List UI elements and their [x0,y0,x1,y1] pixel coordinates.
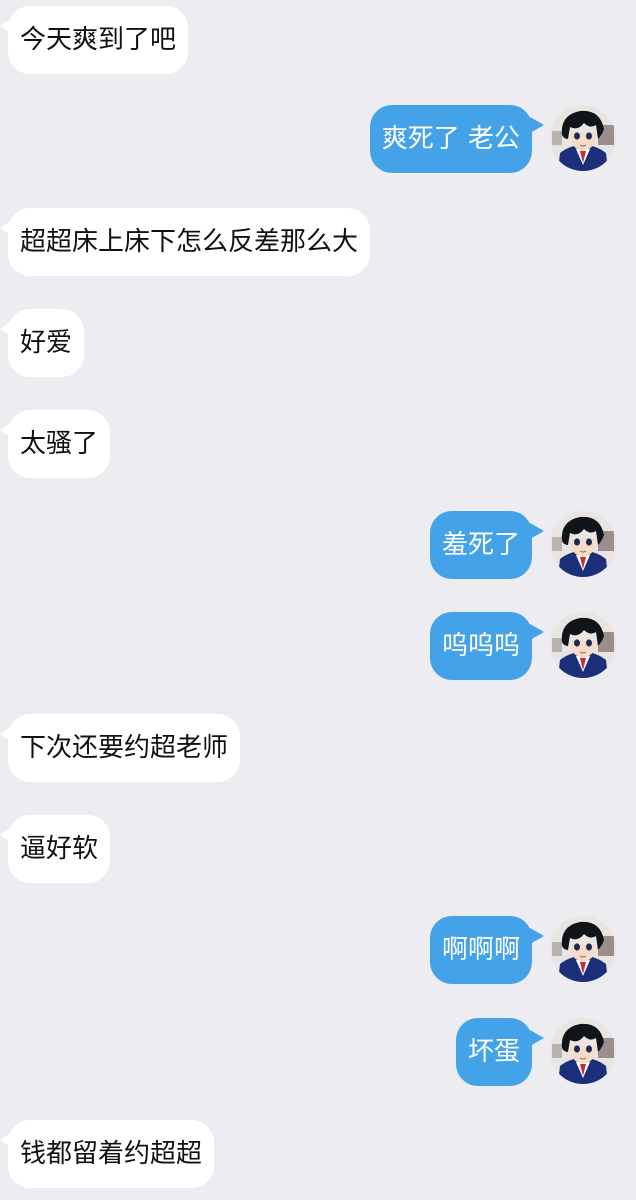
incoming-message-bubble[interactable]: 钱都留着约超超 [8,1120,215,1188]
anime-character-avatar-icon[interactable] [550,105,616,171]
incoming-message-bubble[interactable]: 今天爽到了吧 [8,6,189,74]
bubble-tail [530,624,544,640]
incoming-message-bubble[interactable]: 好爱 [8,309,85,377]
incoming-message-bubble[interactable]: 太骚了 [8,410,111,478]
incoming-message-bubble[interactable]: 超超床上床下怎么反差那么大 [8,208,371,276]
bubble-tail [530,523,544,539]
anime-character-avatar-icon[interactable] [550,1018,616,1084]
bubble-tail [530,1030,544,1046]
outgoing-message-bubble[interactable]: 羞死了 [429,511,532,579]
bubble-tail [530,928,544,944]
outgoing-message-bubble[interactable]: 爽死了 老公 [369,105,532,173]
bubble-tail [530,117,544,133]
anime-character-avatar-icon[interactable] [550,916,616,982]
outgoing-message-bubble[interactable]: 呜呜呜 [429,612,532,680]
incoming-message-bubble[interactable]: 下次还要约超老师 [8,714,241,782]
outgoing-message-bubble[interactable]: 坏蛋 [455,1018,532,1086]
message-list: 今天爽到了吧 爽死了 老公 超超床上床下怎么反差那么大 好爱 太骚了 羞死了 呜… [0,0,636,1200]
outgoing-message-bubble[interactable]: 啊啊啊 [429,916,532,984]
anime-character-avatar-icon[interactable] [550,511,616,577]
incoming-message-bubble[interactable]: 逼好软 [8,815,111,883]
anime-character-avatar-icon[interactable] [550,612,616,678]
